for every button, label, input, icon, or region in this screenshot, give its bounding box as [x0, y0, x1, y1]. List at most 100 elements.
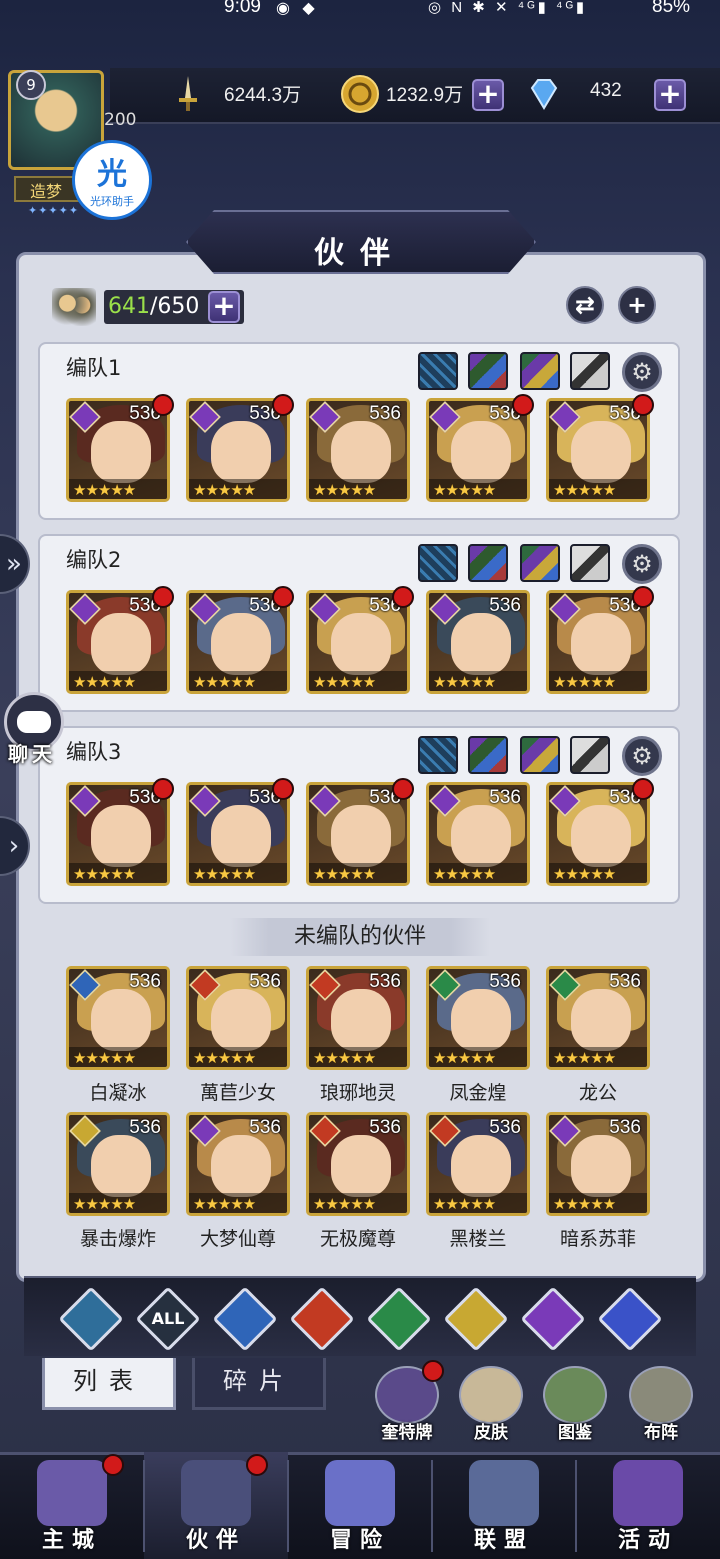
- team-settings-button[interactable]: ⚙: [622, 736, 662, 776]
- element-tag-icon[interactable]: [570, 736, 610, 774]
- diamond-value: 432: [590, 80, 622, 101]
- hero-card[interactable]: 536 ★★★★★: [306, 782, 410, 886]
- notification-badge: [632, 778, 654, 800]
- hero-card[interactable]: 536 ★★★★★: [306, 398, 410, 502]
- hero-stars: ★★★★★: [193, 481, 256, 499]
- helper-app-glyph: 光: [97, 157, 127, 192]
- hero-stars: ★★★★★: [313, 1195, 376, 1213]
- hero-card[interactable]: 536 ★★★★★: [306, 966, 410, 1070]
- moon-icon: [533, 1299, 573, 1339]
- hero-card[interactable]: 536 ★★★★★: [66, 590, 170, 694]
- notification-badge: [272, 778, 294, 800]
- hero-portrait: [451, 613, 511, 675]
- expand-capacity-button[interactable]: +: [208, 291, 240, 323]
- element-tag-icon[interactable]: [520, 544, 560, 582]
- notification-badge: [272, 394, 294, 416]
- hero-card[interactable]: 536 ★★★★★: [426, 398, 530, 502]
- hero-card[interactable]: 536 ★★★★★: [546, 966, 650, 1070]
- hero-card[interactable]: 536 ★★★★★: [426, 782, 530, 886]
- notification-badge: [392, 586, 414, 608]
- hero-portrait: [91, 421, 151, 483]
- gear-icon: ⚙: [631, 358, 653, 386]
- hero-card[interactable]: 536 ★★★★★: [306, 590, 410, 694]
- element-tag-icon[interactable]: [570, 544, 610, 582]
- outfit-icon: [459, 1366, 523, 1424]
- hero-stars: ★★★★★: [433, 673, 496, 691]
- element-tag-icon[interactable]: [570, 352, 610, 390]
- hero-stars: ★★★★★: [433, 481, 496, 499]
- add-diamond-button[interactable]: +: [654, 79, 686, 111]
- element-tag-icon[interactable]: [520, 736, 560, 774]
- hero-portrait: [331, 1135, 391, 1197]
- hero-stars: ★★★★★: [553, 1195, 616, 1213]
- hero-card[interactable]: 536 ★★★★★: [186, 398, 290, 502]
- hero-card[interactable]: 536 ★★★★★: [186, 782, 290, 886]
- hero-card[interactable]: 536 ★★★★★: [426, 590, 530, 694]
- hero-card[interactable]: 536 ★★★★★: [186, 590, 290, 694]
- element-tag-icon[interactable]: [468, 544, 508, 582]
- hero-card[interactable]: 536 ★★★★★: [66, 782, 170, 886]
- formation-tag-icon[interactable]: [418, 544, 458, 582]
- hero-card[interactable]: 536 ★★★★★: [546, 590, 650, 694]
- team-settings-button[interactable]: ⚙: [622, 352, 662, 392]
- planet-icon: [610, 1299, 650, 1339]
- hero-card[interactable]: 536 ★★★★★: [66, 1112, 170, 1216]
- element-tag-icon[interactable]: [468, 352, 508, 390]
- notification-badge: [512, 394, 534, 416]
- hero-stars: ★★★★★: [553, 1049, 616, 1067]
- helper-app-button[interactable]: 光 光环助手: [72, 140, 152, 220]
- nav-divider: [575, 1460, 577, 1552]
- hero-card[interactable]: 536 ★★★★★: [426, 1112, 530, 1216]
- hero-portrait: [571, 805, 631, 867]
- gear-icon: ⚙: [631, 742, 653, 770]
- tab-list[interactable]: 列表: [42, 1358, 176, 1410]
- hero-portrait: [331, 989, 391, 1051]
- hero-stars: ★★★★★: [553, 481, 616, 499]
- element-tag-icon[interactable]: [520, 352, 560, 390]
- side-button[interactable]: 布阵: [626, 1366, 696, 1443]
- nav-divider: [287, 1460, 289, 1552]
- partner-count-max: /650: [150, 294, 200, 319]
- hero-card[interactable]: 536 ★★★★★: [426, 966, 530, 1070]
- nav-item-label: 联盟: [473, 1528, 534, 1553]
- hero-card[interactable]: 536 ★★★★★: [306, 1112, 410, 1216]
- element-tag-icon[interactable]: [468, 736, 508, 774]
- compass-icon: [325, 1460, 395, 1526]
- shield-icon: [469, 1460, 539, 1526]
- swap-button[interactable]: ⇄: [566, 286, 604, 324]
- gold-coin-icon: [341, 75, 379, 113]
- hero-card[interactable]: 536 ★★★★★: [66, 966, 170, 1070]
- system-icons: ◎ N ✱ ✕ ⁴ᴳ▮ ⁴ᴳ▮: [428, 0, 588, 16]
- formation-tag-icon[interactable]: [418, 736, 458, 774]
- hero-portrait: [571, 613, 631, 675]
- side-button[interactable]: 皮肤: [456, 1366, 526, 1443]
- notification-badge: [102, 1454, 124, 1476]
- team-settings-button[interactable]: ⚙: [622, 544, 662, 584]
- water-drop-icon: [225, 1299, 265, 1339]
- flame-icon: [302, 1299, 342, 1339]
- player-level-badge: 9: [16, 70, 46, 100]
- gold-value: 1232.9万: [386, 85, 464, 106]
- notification-badge: [392, 778, 414, 800]
- formation-tag-icon[interactable]: [418, 352, 458, 390]
- hero-card[interactable]: 536 ★★★★★: [186, 1112, 290, 1216]
- add-gold-button[interactable]: +: [472, 79, 504, 111]
- hero-stars: ★★★★★: [193, 865, 256, 883]
- nav-item[interactable]: 活动: [576, 1452, 720, 1559]
- hero-name: 暴击爆炸: [79, 1228, 156, 1250]
- hero-level: 536: [249, 971, 281, 992]
- nav-item[interactable]: 冒险: [288, 1452, 432, 1559]
- nav-item[interactable]: 联盟: [432, 1452, 576, 1559]
- tab-fragments[interactable]: 碎片: [192, 1358, 326, 1410]
- side-button[interactable]: 图鉴: [540, 1366, 610, 1443]
- add-button[interactable]: +: [618, 286, 656, 324]
- hero-stars: ★★★★★: [193, 1195, 256, 1213]
- hero-level: 536: [609, 1117, 641, 1138]
- hero-card[interactable]: 536 ★★★★★: [546, 1112, 650, 1216]
- hero-card[interactable]: 536 ★★★★★: [186, 966, 290, 1070]
- hero-card[interactable]: 536 ★★★★★: [66, 398, 170, 502]
- hero-card[interactable]: 536 ★★★★★: [546, 398, 650, 502]
- page-title: 伙伴: [314, 236, 406, 271]
- hero-card[interactable]: 536 ★★★★★: [546, 782, 650, 886]
- hero-name: 萬苣少女: [199, 1082, 276, 1104]
